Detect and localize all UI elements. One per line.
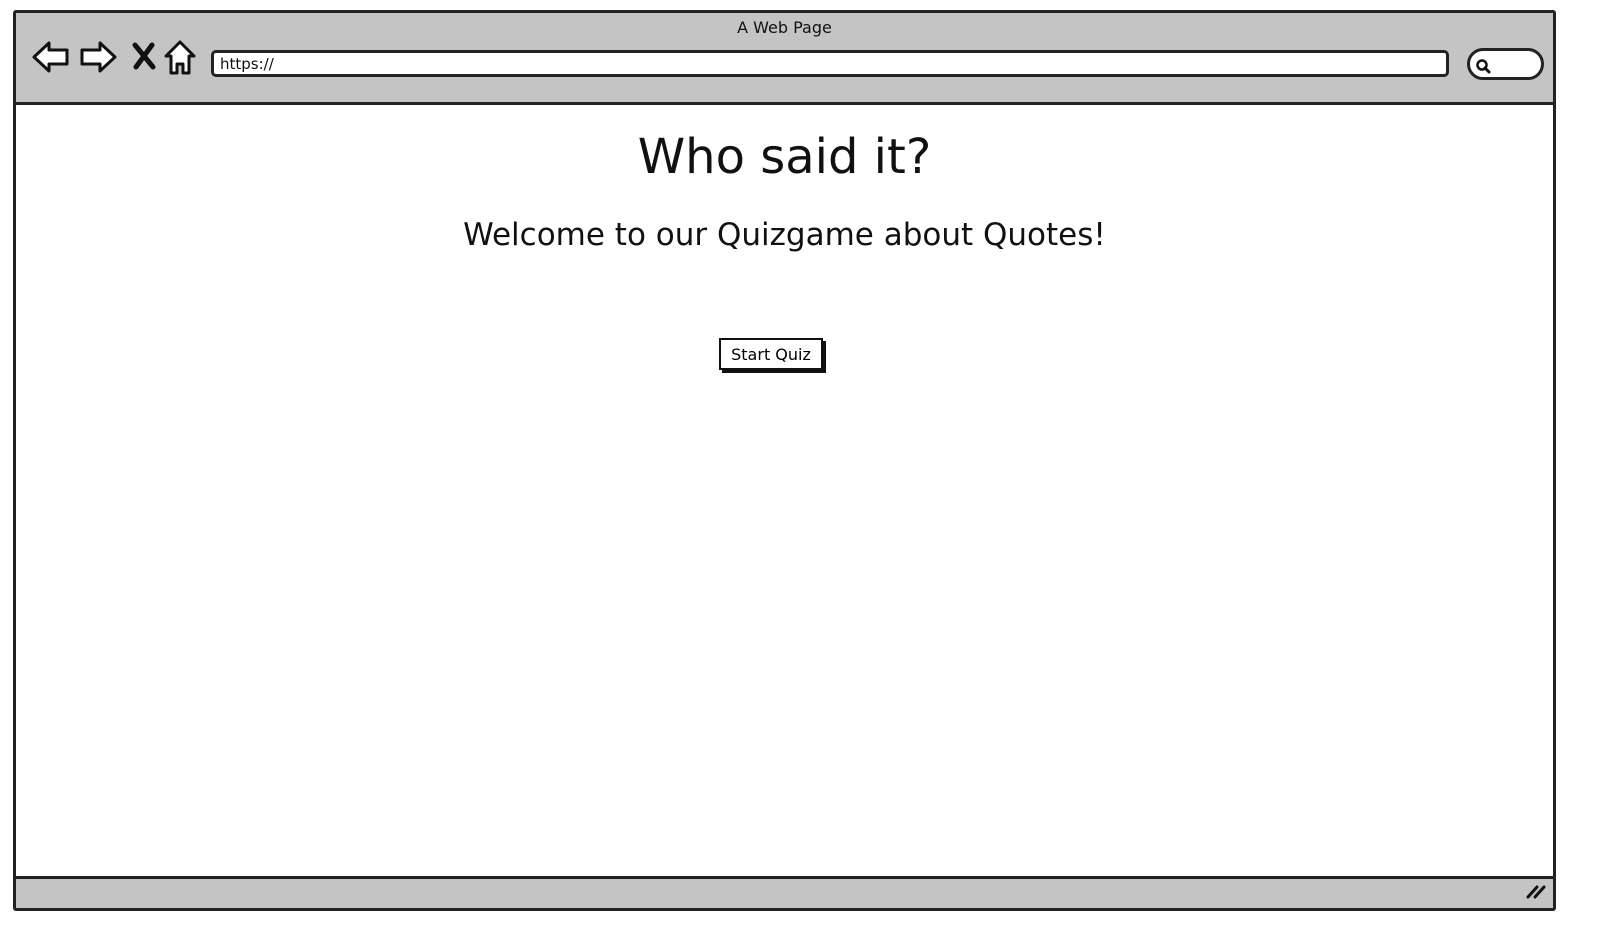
browser-toolbar: A Web Page https://: [16, 13, 1553, 105]
home-icon[interactable]: [163, 39, 197, 81]
stop-icon[interactable]: [131, 41, 157, 75]
browser-window: A Web Page https:// Who said it? Welcome…: [13, 10, 1556, 911]
page-content: Who said it? Welcome to our Quizgame abo…: [16, 105, 1553, 876]
window-title: A Web Page: [737, 18, 832, 37]
search-icon: [1476, 59, 1491, 74]
page-title: Who said it?: [637, 129, 932, 185]
back-arrow-icon[interactable]: [31, 39, 71, 79]
forward-arrow-icon[interactable]: [78, 39, 118, 79]
search-box[interactable]: [1467, 48, 1544, 80]
welcome-text: Welcome to our Quizgame about Quotes!: [463, 217, 1106, 253]
resize-grip-icon[interactable]: [1525, 882, 1547, 904]
status-bar: [16, 876, 1553, 908]
url-bar[interactable]: https://: [211, 50, 1449, 77]
start-quiz-button[interactable]: Start Quiz: [719, 338, 823, 370]
